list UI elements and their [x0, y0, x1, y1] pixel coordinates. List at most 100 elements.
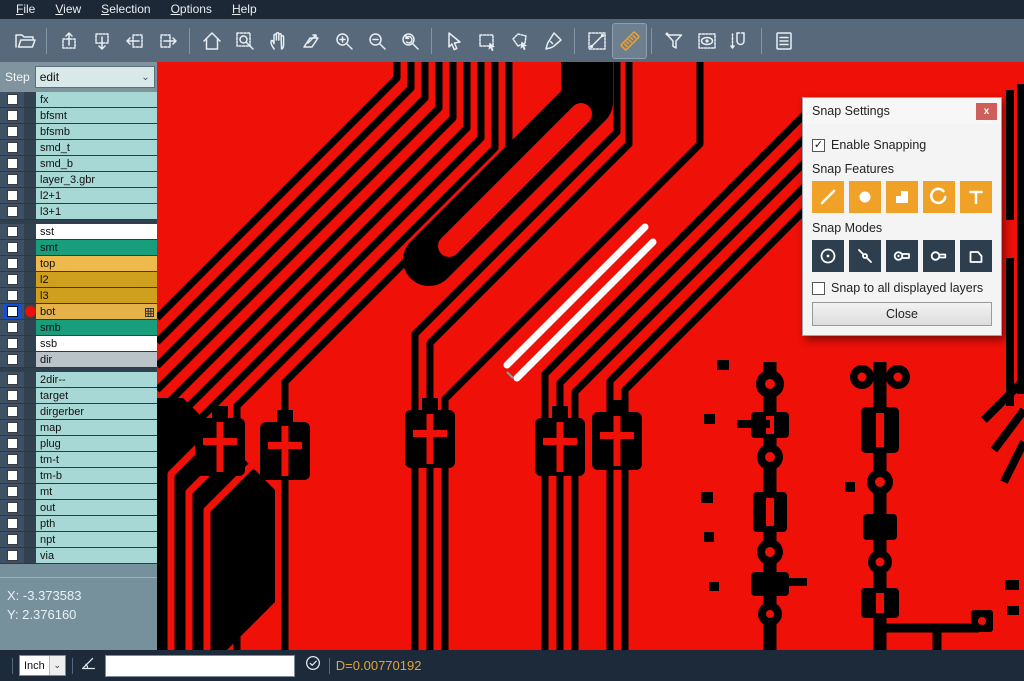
layer-row-l3+1[interactable]: l3+1 [0, 204, 157, 220]
layer-name[interactable]: npt [36, 532, 157, 548]
layer-checkbox[interactable] [7, 290, 18, 301]
move-left-button[interactable] [118, 24, 151, 58]
layer-checkbox[interactable] [7, 470, 18, 481]
layer-row-smd_t[interactable]: smd_t [0, 140, 157, 156]
layer-row-mt[interactable]: mt [0, 484, 157, 500]
layer-row-smb[interactable]: smb [0, 320, 157, 336]
layer-name[interactable]: smd_t [36, 140, 157, 156]
layer-row-ssb[interactable]: ssb [0, 336, 157, 352]
menu-selection[interactable]: Selection [91, 0, 160, 19]
layer-checkbox[interactable] [7, 274, 18, 285]
layer-name[interactable]: bot [36, 304, 157, 320]
snap-all-layers-row[interactable]: Snap to all displayed layers [812, 281, 992, 295]
layer-checkbox[interactable] [7, 242, 18, 253]
layer-row-pth[interactable]: pth [0, 516, 157, 532]
layer-checkbox[interactable] [7, 534, 18, 545]
layer-checkbox[interactable] [7, 126, 18, 137]
zoom-out-button[interactable] [360, 24, 393, 58]
layer-checkbox[interactable] [7, 142, 18, 153]
command-input[interactable] [105, 655, 295, 677]
layer-name[interactable]: l2 [36, 272, 157, 288]
unit-select[interactable]: Inch ⌄ [19, 655, 66, 676]
layer-row-fx[interactable]: fx [0, 92, 157, 108]
dialog-title-bar[interactable]: Snap Settings x [803, 98, 1001, 124]
layer-row-tm-b[interactable]: tm-b [0, 468, 157, 484]
layer-checkbox[interactable] [7, 158, 18, 169]
apply-tool[interactable] [303, 653, 323, 678]
polygon-select-button[interactable] [503, 24, 536, 58]
layer-name[interactable]: l2+1 [36, 188, 157, 204]
move-right-button[interactable] [151, 24, 184, 58]
snap-arc-button[interactable] [923, 181, 955, 213]
enable-snapping-checkbox[interactable]: ✓ [812, 139, 825, 152]
snap-all-layers-checkbox[interactable] [812, 282, 825, 295]
menu-view[interactable]: View [45, 0, 91, 19]
layer-checkbox[interactable] [7, 502, 18, 513]
layer-name[interactable]: fx [36, 92, 157, 108]
move-up-button[interactable] [52, 24, 85, 58]
layer-name[interactable]: smb [36, 320, 157, 336]
layer-row-bfsmb[interactable]: bfsmb [0, 124, 157, 140]
menu-file[interactable]: File [6, 0, 45, 19]
layer-row-plug[interactable]: plug [0, 436, 157, 452]
layer-row-dirgerber[interactable]: dirgerber [0, 404, 157, 420]
layer-row-l3[interactable]: l3 [0, 288, 157, 304]
layer-row-layer_3.gbr[interactable]: layer_3.gbr [0, 172, 157, 188]
select-button[interactable] [437, 24, 470, 58]
layer-name[interactable]: target [36, 388, 157, 404]
snap-text-button[interactable] [960, 181, 992, 213]
layer-name[interactable]: ssb [36, 336, 157, 352]
rect-select-button[interactable] [470, 24, 503, 58]
zoom-previous-button[interactable] [393, 24, 426, 58]
zoom-window-button[interactable] [228, 24, 261, 58]
snap-button[interactable] [723, 24, 756, 58]
layer-row-bfsmt[interactable]: bfsmt [0, 108, 157, 124]
layer-name[interactable]: via [36, 548, 157, 564]
layer-row-smd_b[interactable]: smd_b [0, 156, 157, 172]
layer-checkbox[interactable] [7, 454, 18, 465]
angle-tool[interactable] [79, 653, 99, 678]
zoom-dynamic-button[interactable] [294, 24, 327, 58]
zoom-in-button[interactable] [327, 24, 360, 58]
layer-checkbox[interactable] [7, 354, 18, 365]
layer-checkbox[interactable] [7, 206, 18, 217]
dialog-close-icon[interactable]: x [976, 103, 997, 120]
snap-nearest-button[interactable] [849, 240, 881, 272]
layer-row-map[interactable]: map [0, 420, 157, 436]
menu-options[interactable]: Options [161, 0, 222, 19]
snap-key-filled-button[interactable] [886, 240, 918, 272]
layer-name[interactable]: plug [36, 436, 157, 452]
layer-name[interactable]: mt [36, 484, 157, 500]
clear-highlight-button[interactable] [536, 24, 569, 58]
layer-name[interactable]: top [36, 256, 157, 272]
measure-line-button[interactable] [580, 24, 613, 58]
layer-row-sst[interactable]: sst [0, 224, 157, 240]
layer-checkbox[interactable] [7, 438, 18, 449]
enable-snapping-row[interactable]: ✓ Enable Snapping [812, 138, 992, 152]
layer-checkbox[interactable] [7, 518, 18, 529]
snap-circle-button[interactable] [849, 181, 881, 213]
layer-row-top[interactable]: top [0, 256, 157, 272]
layer-name[interactable]: 2dir-- [36, 372, 157, 388]
layer-checkbox[interactable] [7, 226, 18, 237]
move-down-button[interactable] [85, 24, 118, 58]
layer-row-out[interactable]: out [0, 500, 157, 516]
layer-row-tm-t[interactable]: tm-t [0, 452, 157, 468]
layer-name[interactable]: dir [36, 352, 157, 368]
snap-key-outline-button[interactable] [923, 240, 955, 272]
close-button[interactable]: Close [812, 302, 992, 326]
pan-button[interactable] [261, 24, 294, 58]
snap-contour-button[interactable] [960, 240, 992, 272]
layer-row-l2+1[interactable]: l2+1 [0, 188, 157, 204]
layer-checkbox[interactable] [7, 550, 18, 561]
filter-button[interactable] [657, 24, 690, 58]
layer-row-smt[interactable]: smt [0, 240, 157, 256]
snap-line-button[interactable] [812, 181, 844, 213]
layer-name[interactable]: tm-b [36, 468, 157, 484]
report-button[interactable] [767, 24, 800, 58]
open-file-button[interactable] [8, 24, 41, 58]
layer-name[interactable]: l3 [36, 288, 157, 304]
home-view-button[interactable] [195, 24, 228, 58]
layer-row-bot[interactable]: bot [0, 304, 157, 320]
layer-name[interactable]: pth [36, 516, 157, 532]
